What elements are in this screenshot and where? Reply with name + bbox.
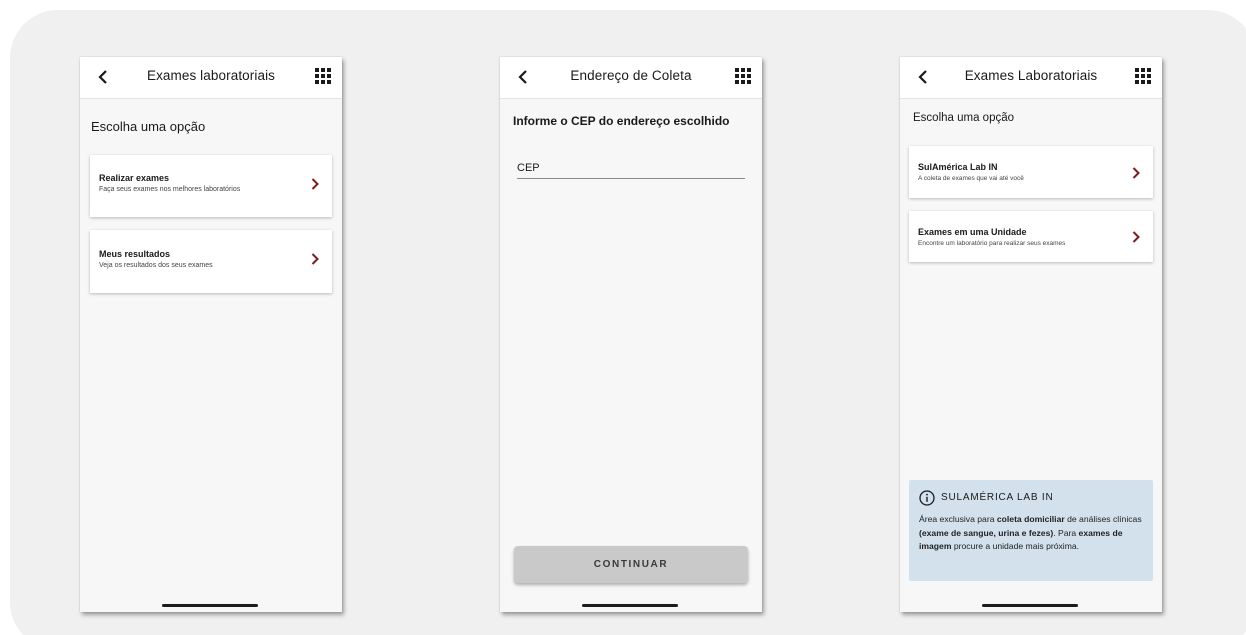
cep-input[interactable] [517,157,745,179]
cep-underline [517,178,745,179]
page-title: Exames laboratoriais [146,68,276,83]
app-bar: Exames Laboratoriais [900,57,1162,99]
card-subtitle: Faça seus exames nos melhores laboratóri… [99,186,241,193]
meus-resultados-card[interactable]: Meus resultados Veja os resultados dos s… [90,230,332,293]
app-bar: Exames laboratoriais [80,57,342,99]
continue-button[interactable]: CONTINUAR [514,546,748,583]
chevron-right-icon [311,178,319,190]
card-subtitle: Veja os resultados dos seus exames [99,262,213,269]
grid-menu-icon[interactable] [1134,67,1152,85]
section-heading: Escolha uma opção [91,119,206,134]
page-title: Endereço de Coleta [570,68,692,83]
sulamerica-lab-in-card[interactable]: SulAmérica Lab IN A coleta de exames que… [909,146,1153,198]
app-bar: Endereço de Coleta [500,57,762,99]
home-indicator [982,604,1078,607]
info-text: Área exclusiva para coleta domiciliar de… [919,513,1145,554]
info-text-part: de análises clínicas [1064,514,1142,524]
card-title: Realizar exames [99,173,170,183]
phone-screen-endereco-de-coleta: Endereço de Coleta Informe o CEP do ende… [500,57,762,612]
chevron-right-icon [1132,231,1140,243]
page-title: Exames Laboratoriais [964,68,1098,83]
section-heading: Informe o CEP do endereço escolhido [513,114,730,128]
grid-menu-icon[interactable] [734,67,752,85]
card-title: SulAmérica Lab IN [918,162,998,172]
card-title: Exames em uma Unidade [918,227,1027,237]
info-text-bold: (exame de sangue, urina e fezes) [919,527,1054,538]
phone-screen-exames-laboratoriais-lab-in: Exames Laboratoriais Escolha uma opção S… [900,57,1162,612]
grid-menu-icon[interactable] [314,67,332,85]
info-title: SULAMÉRICA LAB IN [941,492,1054,503]
home-indicator [582,604,678,607]
home-indicator [162,604,258,607]
chevron-left-icon[interactable] [912,66,934,88]
exames-em-unidade-card[interactable]: Exames em uma Unidade Encontre um labora… [909,211,1153,262]
section-heading: Escolha uma opção [913,112,1015,124]
card-subtitle: Encontre um laboratório para realizar se… [918,240,1066,247]
info-box: SULAMÉRICA LAB IN Área exclusiva para co… [909,480,1153,581]
chevron-right-icon [1132,167,1140,179]
chevron-left-icon[interactable] [92,66,114,88]
info-text-part: . Para [1053,527,1079,538]
info-text-part: procure a unidade mais próxima. [951,541,1080,551]
phone-screen-exames-laboratoriais: Exames laboratoriais Escolha uma opção R… [80,57,342,612]
info-text-part: Área exclusiva para [919,514,997,524]
info-icon [919,490,935,506]
realizar-exames-card[interactable]: Realizar exames Faça seus exames nos mel… [90,155,332,217]
info-text-bold: coleta domiciliar [996,514,1065,524]
chevron-right-icon [311,253,319,265]
card-subtitle: A coleta de exames que vai até você [918,175,1024,182]
chevron-left-icon[interactable] [512,66,534,88]
card-title: Meus resultados [99,249,171,259]
